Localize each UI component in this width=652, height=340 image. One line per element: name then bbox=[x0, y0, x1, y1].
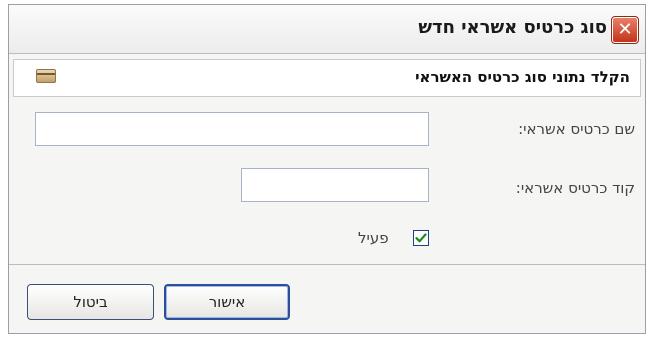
cancel-button[interactable]: ביטול bbox=[27, 284, 154, 320]
active-label: פעיל bbox=[358, 229, 389, 247]
header-text: הקלד נתוני סוג כרטיס האשראי bbox=[415, 68, 630, 86]
active-checkbox[interactable] bbox=[413, 230, 429, 246]
window-title: סוג כרטיס אשראי חדש bbox=[418, 17, 607, 38]
card-name-input[interactable] bbox=[35, 112, 429, 146]
instruction-header: הקלד נתוני סוג כרטיס האשראי bbox=[13, 59, 641, 97]
card-name-label: שם כרטיס אשראי: bbox=[518, 120, 635, 138]
checkmark-icon bbox=[415, 233, 427, 243]
ok-button[interactable]: אישור bbox=[164, 284, 290, 320]
card-code-input[interactable] bbox=[241, 168, 429, 202]
credit-card-icon bbox=[36, 69, 56, 83]
footer-divider bbox=[9, 264, 645, 265]
close-button[interactable]: ✕ bbox=[611, 16, 639, 44]
title-bar[interactable]: ✕ סוג כרטיס אשראי חדש bbox=[9, 5, 645, 54]
close-icon: ✕ bbox=[617, 19, 633, 40]
dialog-window: ✕ סוג כרטיס אשראי חדש הקלד נתוני סוג כרט… bbox=[8, 4, 646, 334]
card-code-label: קוד כרטיס אשראי: bbox=[515, 179, 635, 197]
